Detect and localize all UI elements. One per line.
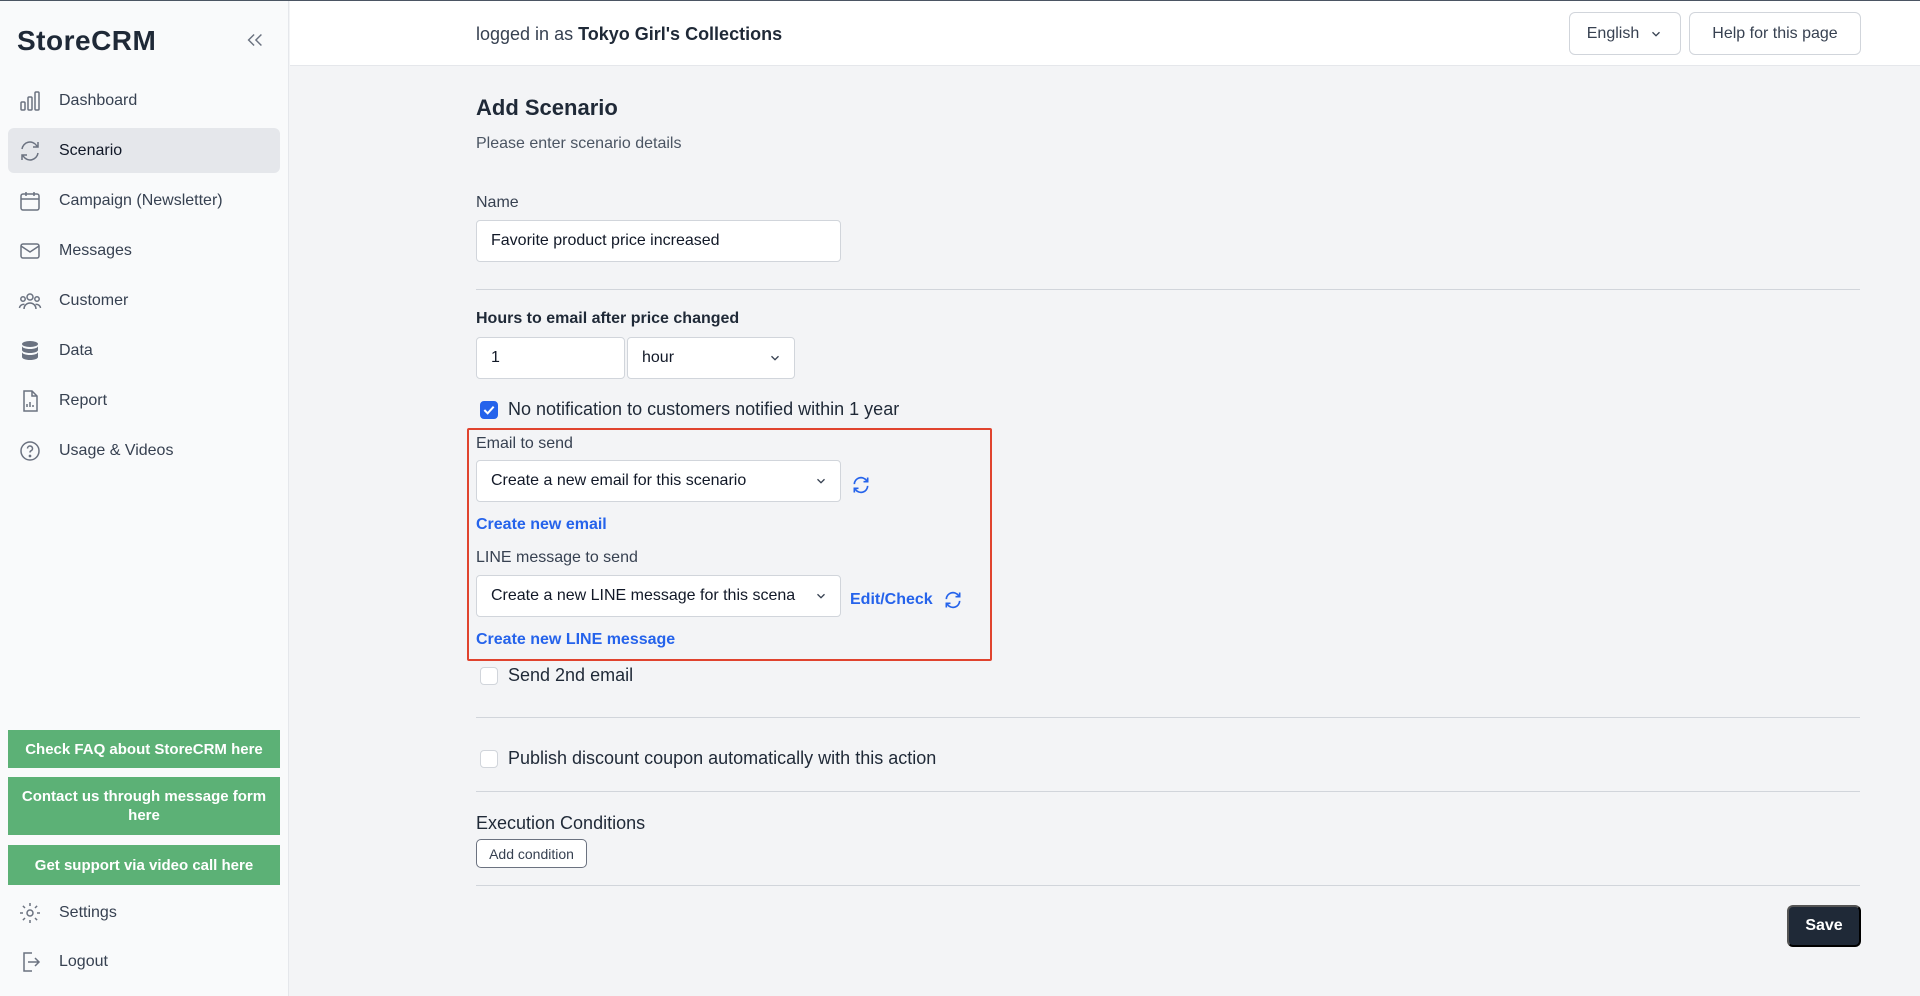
- sidebar-bottom-logout: Logout: [8, 939, 280, 989]
- sidebar-item-label: Logout: [59, 952, 108, 970]
- chevron-down-icon: [817, 478, 825, 484]
- main-content: Add Scenario Please enter scenario detai…: [290, 67, 1920, 996]
- sidebar-item-dashboard[interactable]: Dashboard: [8, 78, 280, 123]
- line-message-label: LINE message to send: [476, 549, 638, 566]
- logout-icon: [23, 951, 41, 972]
- chevron-down-icon: [1652, 31, 1661, 37]
- sidebar-item-label: Dashboard: [59, 91, 138, 109]
- language-select[interactable]: English: [1569, 12, 1681, 55]
- calendar-icon: [20, 191, 40, 211]
- execution-conditions-title: Execution Conditions: [476, 813, 646, 833]
- sidebar-item-label: Messages: [59, 241, 132, 259]
- email-to-send-label: Email to send: [476, 435, 573, 452]
- refresh-line-icon[interactable]: [943, 590, 963, 610]
- chevron-down-icon: [771, 355, 779, 361]
- contact-form-button[interactable]: Contact us through message form here: [8, 777, 280, 835]
- video-call-support-button[interactable]: Get support via video call here: [8, 845, 280, 885]
- chevron-down-icon: [817, 593, 825, 599]
- section-divider: [476, 885, 1860, 886]
- envelope-icon: [20, 242, 40, 259]
- language-label: English: [1586, 24, 1640, 42]
- users-icon: [18, 292, 42, 309]
- email-select-value: Create a new email for this scenario: [491, 472, 747, 489]
- sidebar-item-report[interactable]: Report: [8, 378, 280, 423]
- brand-logo: StoreCRM: [17, 25, 157, 56]
- database-icon: [22, 340, 38, 360]
- sidebar-item-label: Data: [59, 341, 93, 359]
- edit-check-link[interactable]: Edit/Check: [850, 591, 933, 609]
- sidebar-item-settings[interactable]: Settings: [8, 890, 280, 935]
- sidebar-item-label: Campaign (Newsletter): [59, 191, 223, 209]
- sidebar-item-campaign[interactable]: Campaign (Newsletter): [8, 178, 280, 223]
- sidebar-item-label: Settings: [59, 903, 117, 921]
- no-notification-checkbox[interactable]: [480, 401, 498, 419]
- sidebar-item-data[interactable]: Data: [8, 328, 280, 373]
- section-divider: [476, 289, 1860, 290]
- publish-coupon-label: Publish discount coupon automatically wi…: [508, 748, 937, 768]
- hours-unit-value: hour: [642, 349, 675, 366]
- line-message-select[interactable]: Create a new LINE message for this scena…: [476, 575, 841, 617]
- bar-chart-icon: [20, 90, 40, 111]
- sidebar: StoreCRM Dashboard Scenario Campaign (Ne…: [0, 1, 289, 996]
- sidebar-item-customer[interactable]: Customer: [8, 278, 280, 323]
- send-second-email-checkbox[interactable]: [480, 667, 498, 685]
- collapse-sidebar-icon[interactable]: [244, 29, 266, 51]
- login-status: logged in as Tokyo Girl's Collections: [476, 24, 782, 45]
- section-divider: [476, 791, 1860, 792]
- question-circle-icon: [20, 440, 40, 461]
- send-second-email-label: Send 2nd email: [508, 665, 634, 685]
- line-select-value: Create a new LINE message for this scena…: [491, 587, 796, 604]
- create-new-line-message-link[interactable]: Create new LINE message: [476, 631, 675, 649]
- sidebar-item-logout[interactable]: Logout: [8, 939, 280, 984]
- save-button[interactable]: Save: [1787, 905, 1861, 947]
- sidebar-nav: Dashboard Scenario Campaign (Newsletter)…: [8, 78, 280, 478]
- top-header: logged in as Tokyo Girl's Collections En…: [290, 1, 1920, 66]
- create-new-email-link[interactable]: Create new email: [476, 516, 607, 534]
- account-name: Tokyo Girl's Collections: [578, 24, 783, 44]
- sidebar-item-usage-videos[interactable]: Usage & Videos: [8, 428, 280, 473]
- no-notification-label: No notification to customers notified wi…: [508, 399, 900, 419]
- faq-button[interactable]: Check FAQ about StoreCRM here: [8, 730, 280, 768]
- page-title: Add Scenario: [476, 95, 618, 120]
- sidebar-item-label: Usage & Videos: [59, 441, 174, 459]
- email-select[interactable]: Create a new email for this scenario: [476, 460, 841, 502]
- hours-label: Hours to email after price changed: [476, 310, 740, 327]
- name-input[interactable]: Favorite product price increased: [476, 220, 841, 262]
- sidebar-bottom-settings: Settings: [8, 890, 280, 940]
- sidebar-item-messages[interactable]: Messages: [8, 228, 280, 273]
- name-label: Name: [476, 194, 519, 211]
- checkmark-icon: [483, 405, 495, 415]
- add-condition-button[interactable]: Add condition: [476, 839, 587, 868]
- refresh-cycle-icon: [21, 140, 39, 161]
- gear-icon: [20, 902, 40, 923]
- hours-input[interactable]: 1: [476, 337, 625, 379]
- section-divider: [476, 717, 1860, 718]
- sidebar-item-label: Customer: [59, 291, 129, 309]
- sidebar-item-scenario[interactable]: Scenario: [8, 128, 280, 173]
- sidebar-item-label: Scenario: [59, 141, 123, 159]
- help-button[interactable]: Help for this page: [1689, 12, 1861, 55]
- sidebar-item-label: Report: [59, 391, 108, 409]
- hours-unit-select[interactable]: hour: [627, 337, 795, 379]
- login-prefix: logged in as: [476, 24, 574, 44]
- page-subtitle: Please enter scenario details: [476, 135, 682, 152]
- document-chart-icon: [23, 389, 38, 412]
- refresh-email-icon[interactable]: [851, 475, 871, 495]
- publish-coupon-checkbox[interactable]: [480, 750, 498, 768]
